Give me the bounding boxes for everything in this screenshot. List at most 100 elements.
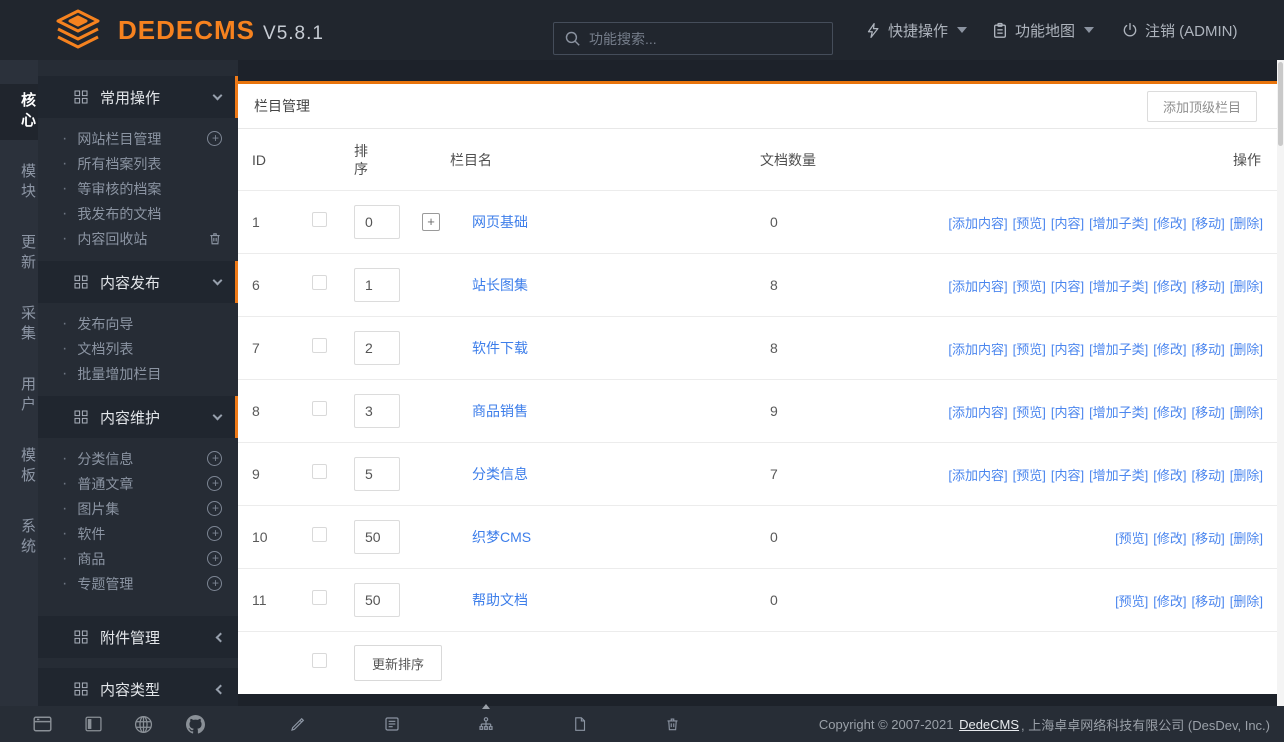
sidebar-item-products[interactable]: 商品 bbox=[38, 546, 238, 571]
action-add-subclass-link[interactable]: [增加子类] bbox=[1089, 213, 1148, 232]
column-name-link[interactable]: 站长图集 bbox=[472, 277, 528, 293]
sidebar-item-batch-add-columns[interactable]: 批量增加栏目 bbox=[38, 361, 238, 386]
action-add-content-link[interactable]: [添加内容] bbox=[948, 339, 1007, 358]
sidebar-item-all-archives[interactable]: 所有档案列表 bbox=[38, 151, 238, 176]
action-edit-link[interactable]: [修改] bbox=[1153, 213, 1186, 232]
circle-plus-icon[interactable] bbox=[207, 501, 223, 516]
action-move-link[interactable]: [移动] bbox=[1192, 591, 1225, 610]
action-preview-link[interactable]: [预览] bbox=[1013, 339, 1046, 358]
sort-order-input[interactable] bbox=[354, 457, 400, 491]
dedecms-link[interactable]: DedeCMS bbox=[959, 717, 1019, 732]
action-add-content-link[interactable]: [添加内容] bbox=[948, 276, 1007, 295]
add-top-column-button[interactable]: 添加顶级栏目 bbox=[1146, 91, 1257, 122]
rail-tab-templates[interactable]: 模板 bbox=[0, 439, 38, 495]
sort-order-input[interactable] bbox=[354, 268, 400, 302]
circle-plus-icon[interactable] bbox=[207, 451, 223, 466]
sidebar-section-attachments[interactable]: 附件管理 bbox=[38, 616, 238, 658]
action-preview-link[interactable]: [预览] bbox=[1013, 276, 1046, 295]
action-add-subclass-link[interactable]: [增加子类] bbox=[1089, 402, 1148, 421]
sitemap-icon[interactable] bbox=[478, 704, 494, 732]
action-edit-link[interactable]: [修改] bbox=[1153, 402, 1186, 421]
sidebar-item-recycle-bin[interactable]: 内容回收站 bbox=[38, 226, 238, 251]
select-all-checkbox[interactable] bbox=[312, 653, 327, 668]
action-delete-link[interactable]: [删除] bbox=[1230, 213, 1263, 232]
column-name-link[interactable]: 帮助文档 bbox=[472, 592, 528, 608]
sidebar-section-common-ops[interactable]: 常用操作 bbox=[38, 76, 238, 118]
scrollbar-thumb[interactable] bbox=[1278, 62, 1283, 146]
action-delete-link[interactable]: [删除] bbox=[1230, 339, 1263, 358]
column-name-link[interactable]: 分类信息 bbox=[472, 466, 528, 482]
trash-icon[interactable] bbox=[208, 231, 222, 246]
row-checkbox[interactable] bbox=[312, 401, 327, 416]
list-icon[interactable] bbox=[384, 716, 400, 732]
row-checkbox[interactable] bbox=[312, 275, 327, 290]
action-move-link[interactable]: [移动] bbox=[1192, 402, 1225, 421]
action-add-content-link[interactable]: [添加内容] bbox=[948, 402, 1007, 421]
column-name-link[interactable]: 商品销售 bbox=[472, 403, 528, 419]
action-move-link[interactable]: [移动] bbox=[1192, 528, 1225, 547]
vertical-scrollbar[interactable] bbox=[1277, 60, 1284, 706]
circle-plus-icon[interactable] bbox=[207, 526, 223, 541]
action-content-link[interactable]: [内容] bbox=[1051, 213, 1084, 232]
action-content-link[interactable]: [内容] bbox=[1051, 465, 1084, 484]
sidebar-section-content-publish[interactable]: 内容发布 bbox=[38, 261, 238, 303]
sidebar-item-classified-info[interactable]: 分类信息 bbox=[38, 446, 238, 471]
globe-icon[interactable] bbox=[134, 715, 153, 734]
sidebar-item-pending-archives[interactable]: 等审核的档案 bbox=[38, 176, 238, 201]
update-sort-button[interactable]: 更新排序 bbox=[354, 645, 443, 681]
row-checkbox[interactable] bbox=[312, 212, 327, 227]
circle-plus-icon[interactable] bbox=[207, 476, 223, 491]
sort-order-input[interactable] bbox=[354, 331, 400, 365]
action-edit-link[interactable]: [修改] bbox=[1153, 591, 1186, 610]
pen-icon[interactable] bbox=[290, 716, 306, 732]
rail-tab-modules[interactable]: 模块 bbox=[0, 155, 38, 211]
sidebar-item-normal-article[interactable]: 普通文章 bbox=[38, 471, 238, 496]
quick-actions-menu[interactable]: 快捷操作 bbox=[866, 0, 968, 60]
action-delete-link[interactable]: [删除] bbox=[1230, 465, 1263, 484]
function-search-box[interactable] bbox=[553, 22, 833, 55]
sidebar-item-site-columns[interactable]: 网站栏目管理 bbox=[38, 126, 238, 151]
rail-tab-users[interactable]: 用户 bbox=[0, 368, 38, 424]
circle-plus-icon[interactable] bbox=[207, 131, 223, 146]
action-move-link[interactable]: [移动] bbox=[1192, 465, 1225, 484]
row-checkbox[interactable] bbox=[312, 338, 327, 353]
action-add-subclass-link[interactable]: [增加子类] bbox=[1089, 276, 1148, 295]
search-input[interactable] bbox=[589, 30, 809, 47]
sort-order-input[interactable] bbox=[354, 205, 400, 239]
trash-icon[interactable] bbox=[665, 716, 680, 732]
column-name-link[interactable]: 织梦CMS bbox=[472, 529, 531, 545]
action-add-subclass-link[interactable]: [增加子类] bbox=[1089, 339, 1148, 358]
action-preview-link[interactable]: [预览] bbox=[1013, 402, 1046, 421]
column-name-link[interactable]: 网页基础 bbox=[472, 214, 528, 230]
sidebar-section-content-types[interactable]: 内容类型 bbox=[38, 668, 238, 706]
action-add-subclass-link[interactable]: [增加子类] bbox=[1089, 465, 1148, 484]
action-content-link[interactable]: [内容] bbox=[1051, 276, 1084, 295]
rail-tab-collect[interactable]: 采集 bbox=[0, 297, 38, 353]
rail-tab-system[interactable]: 系统 bbox=[0, 510, 38, 566]
action-edit-link[interactable]: [修改] bbox=[1153, 465, 1186, 484]
sort-order-input[interactable] bbox=[354, 394, 400, 428]
sidebar-item-my-documents[interactable]: 我发布的文档 bbox=[38, 201, 238, 226]
sidebar-item-software[interactable]: 软件 bbox=[38, 521, 238, 546]
column-name-link[interactable]: 软件下载 bbox=[472, 340, 528, 356]
action-edit-link[interactable]: [修改] bbox=[1153, 528, 1186, 547]
brand-logo[interactable]: DEDECMS V5.8.1 bbox=[52, 9, 324, 51]
expand-children-button[interactable]: + bbox=[422, 212, 440, 231]
action-preview-link[interactable]: [预览] bbox=[1115, 528, 1148, 547]
circle-plus-icon[interactable] bbox=[207, 576, 223, 591]
rail-tab-update[interactable]: 更新 bbox=[0, 226, 38, 282]
circle-plus-icon[interactable] bbox=[207, 551, 223, 566]
row-checkbox[interactable] bbox=[312, 590, 327, 605]
action-move-link[interactable]: [移动] bbox=[1192, 213, 1225, 232]
action-preview-link[interactable]: [预览] bbox=[1013, 213, 1046, 232]
action-preview-link[interactable]: [预览] bbox=[1013, 465, 1046, 484]
action-preview-link[interactable]: [预览] bbox=[1115, 591, 1148, 610]
action-move-link[interactable]: [移动] bbox=[1192, 339, 1225, 358]
row-checkbox[interactable] bbox=[312, 527, 327, 542]
row-checkbox[interactable] bbox=[312, 464, 327, 479]
action-edit-link[interactable]: [修改] bbox=[1153, 339, 1186, 358]
sort-order-input[interactable] bbox=[354, 583, 400, 617]
action-content-link[interactable]: [内容] bbox=[1051, 339, 1084, 358]
sidebar-item-publish-wizard[interactable]: 发布向导 bbox=[38, 311, 238, 336]
action-delete-link[interactable]: [删除] bbox=[1230, 402, 1263, 421]
